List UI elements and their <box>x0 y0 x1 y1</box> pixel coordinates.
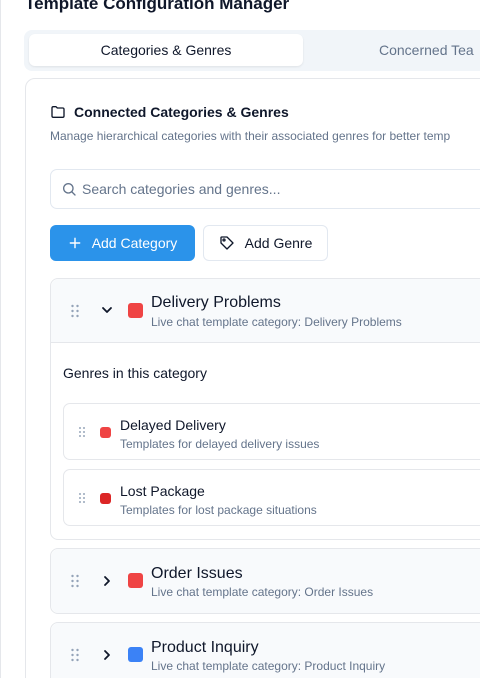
folder-icon <box>51 106 65 118</box>
tab-list: Categories & Genres Concerned Tea <box>24 30 480 71</box>
drag-handle-icon[interactable] <box>70 574 80 588</box>
section-description: Manage hierarchical categories with thei… <box>50 129 451 143</box>
category-name: Product Inquiry <box>151 639 259 656</box>
genre-description: Templates for delayed delivery issues <box>120 437 320 451</box>
genre-name: Delayed Delivery <box>120 417 226 433</box>
section-title: Connected Categories & Genres <box>74 104 289 120</box>
add-genre-button[interactable]: Add Genre <box>203 225 328 261</box>
category-color-swatch <box>128 647 143 662</box>
category-name: Delivery Problems <box>151 294 281 311</box>
left-border <box>0 0 1 678</box>
drag-handle-icon[interactable] <box>70 648 80 662</box>
tag-icon <box>219 236 234 250</box>
category-color-swatch <box>128 573 143 588</box>
search-input[interactable] <box>82 170 480 208</box>
app-frame: Template Configuration Manager Categorie… <box>0 0 480 678</box>
search-box[interactable] <box>50 169 480 209</box>
genre-color-dot <box>100 427 111 438</box>
section-header: Connected Categories & Genres <box>50 104 289 120</box>
category-description: Live chat template category: Order Issue… <box>151 585 374 599</box>
category-name: Order Issues <box>151 565 243 582</box>
genres-heading: Genres in this category <box>63 365 207 381</box>
category-color-swatch <box>128 303 143 318</box>
category-header[interactable] <box>51 549 480 613</box>
category-description: Live chat template category: Product Inq… <box>151 659 386 673</box>
tab-categories-genres[interactable]: Categories & Genres <box>29 34 303 66</box>
genre-color-dot <box>100 493 111 504</box>
page-title: Template Configuration Manager <box>25 0 290 13</box>
chevron-right-icon[interactable] <box>101 649 113 661</box>
add-category-button[interactable]: Add Category <box>50 225 195 261</box>
drag-handle-icon[interactable] <box>78 426 86 438</box>
add-category-label: Add Category <box>91 235 178 251</box>
chevron-right-icon[interactable] <box>101 575 113 587</box>
add-genre-label: Add Genre <box>244 235 313 251</box>
genre-name: Lost Package <box>120 483 205 499</box>
chevron-down-icon[interactable] <box>101 304 113 316</box>
tab-concerned-teams[interactable]: Concerned Tea <box>379 34 474 66</box>
plus-icon <box>69 237 81 249</box>
category-description: Live chat template category: Delivery Pr… <box>151 315 402 329</box>
category-item <box>50 548 480 614</box>
genre-description: Templates for lost package situations <box>120 503 317 517</box>
drag-handle-icon[interactable] <box>70 304 80 318</box>
drag-handle-icon[interactable] <box>78 492 86 504</box>
search-icon <box>62 183 76 196</box>
